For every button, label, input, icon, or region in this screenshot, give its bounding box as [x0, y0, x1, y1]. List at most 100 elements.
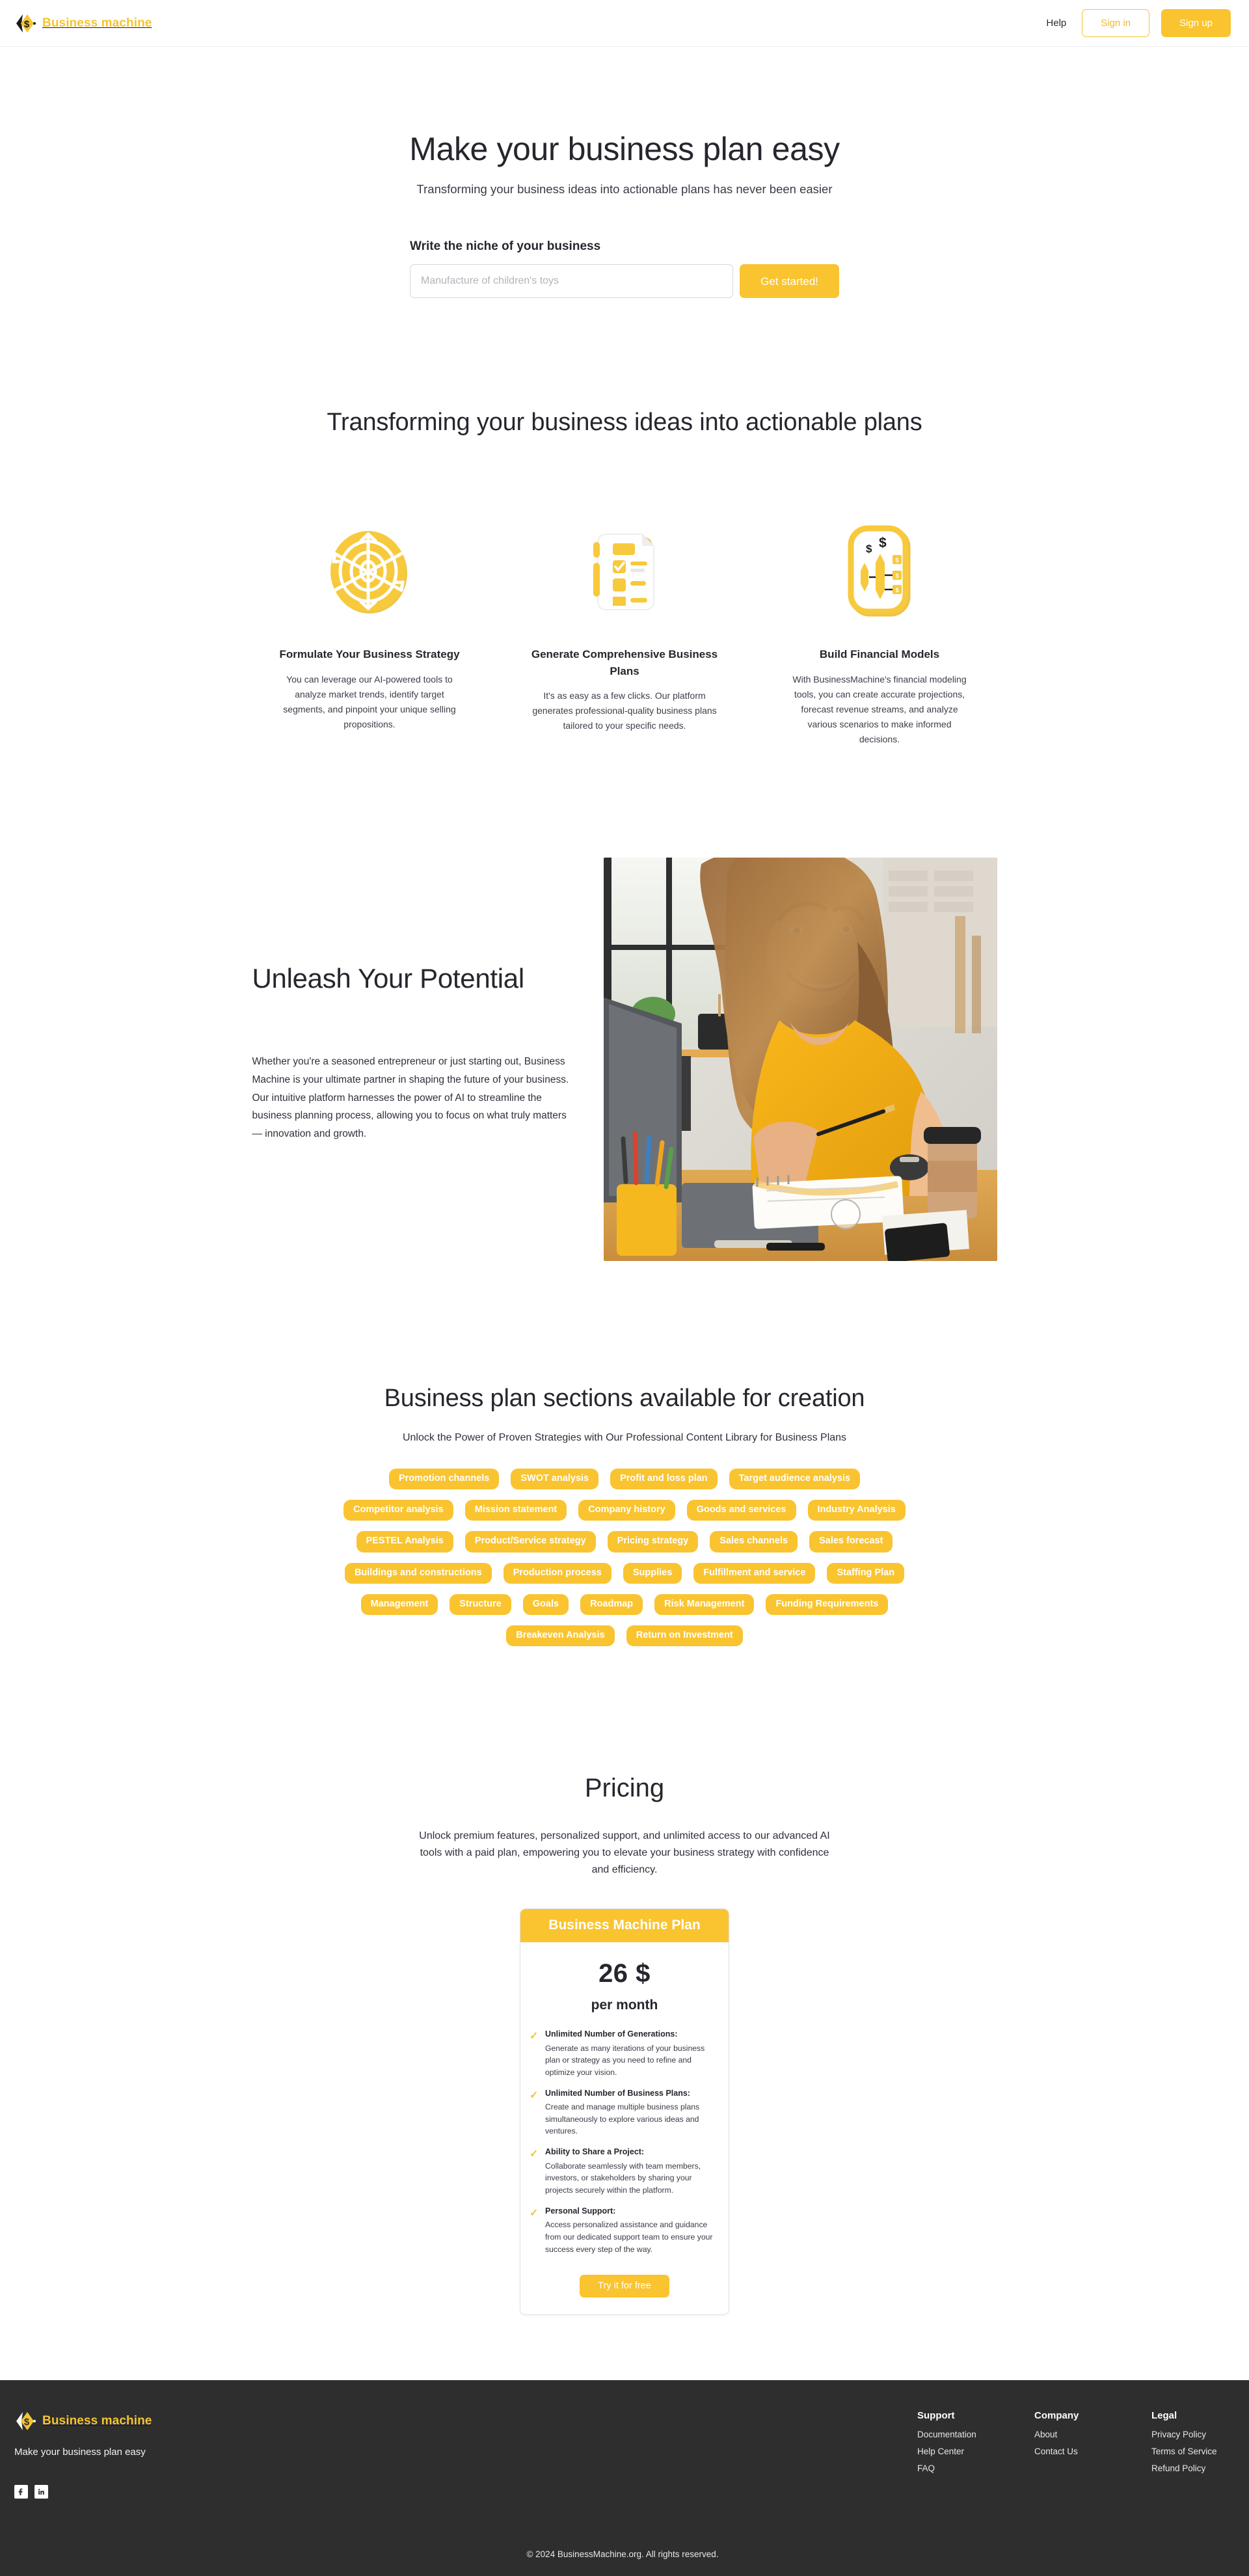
feature-card: Formulate Your Business Strategy You can… [272, 509, 467, 747]
svg-text:$: $ [895, 557, 898, 563]
plan-feature: ✓ Unlimited Number of Generations: Generat… [530, 2029, 718, 2079]
footer-column-heading: Company [1034, 2409, 1079, 2421]
footer-brand-name: Business machine [42, 2413, 152, 2428]
plan-feature-title: Unlimited Number of Business Plans: [545, 2088, 690, 2098]
section-tag[interactable]: Competitor analysis [343, 1500, 453, 1521]
section-tag[interactable]: Pricing strategy [607, 1531, 699, 1552]
social-links [14, 2484, 152, 2499]
section-tag[interactable]: Company history [578, 1500, 675, 1521]
section-tag[interactable]: Product/Service strategy [464, 1531, 596, 1552]
section-tag[interactable]: Mission statement [464, 1500, 567, 1521]
feature-card: $ $ $ $ $ Build Financial Models With Bu… [782, 509, 977, 747]
niche-input[interactable] [410, 264, 734, 298]
footer-column: Company About Contact Us [1034, 2410, 1107, 2499]
feature-description: It's as easy as a few clicks. Our platfo… [532, 690, 717, 731]
section-tag[interactable]: Return on Investment [626, 1625, 743, 1647]
section-tag[interactable]: Goals [522, 1593, 569, 1616]
section-tag[interactable]: Structure [450, 1593, 511, 1616]
hero-subtitle: Transforming your business ideas into ac… [416, 182, 833, 196]
feature-description: With BusinessMachine's financial modelin… [792, 673, 967, 744]
feature-grid: Formulate Your Business Strategy You can… [0, 509, 1249, 747]
svg-text:$: $ [879, 536, 887, 550]
smiling-woman-working-at-desk-photo [603, 857, 997, 1261]
footer-column: Legal Privacy Policy Terms of Service Refun… [1151, 2410, 1224, 2499]
help-link[interactable]: Help [1042, 15, 1070, 31]
plan-feature: ✓ Ability to Share a Project: Collaborate … [530, 2147, 718, 2197]
footer-tagline: Make your business plan easy [14, 2446, 146, 2458]
pricing-subtitle: Unlock premium features, personalized su… [419, 1830, 830, 1876]
section-tag[interactable]: Buildings and constructions [344, 1562, 492, 1584]
plan-name: Business Machine Plan [520, 1909, 729, 1942]
hero-section: Make your business plan easy Transformin… [0, 47, 1249, 376]
svg-text:$: $ [895, 573, 898, 579]
section-tag[interactable]: Sales channels [710, 1531, 798, 1552]
page-title: Make your business plan easy [409, 131, 840, 167]
checklist-document-icon [527, 509, 722, 633]
section-tag[interactable]: SWOT analysis [511, 1468, 599, 1490]
footer-link[interactable]: Privacy Policy [1151, 2430, 1224, 2439]
plan-feature-title: Unlimited Number of Generations: [545, 2029, 678, 2039]
section-tag[interactable]: Target audience analysis [729, 1468, 861, 1490]
site-footer: $ Business machine Make your business pl… [0, 2379, 1249, 2576]
check-icon: ✓ [530, 2207, 539, 2219]
section-tag[interactable]: Staffing Plan [827, 1562, 905, 1584]
features-section: Transforming your business ideas into ac… [0, 376, 1249, 793]
section-tag[interactable]: Goods and services [686, 1500, 796, 1521]
get-started-button[interactable]: Get started! [740, 264, 839, 298]
sign-up-button[interactable]: Sign up [1161, 9, 1231, 37]
plan-price: 26 $ [598, 1959, 651, 1988]
brand-name: Business machine [42, 16, 152, 30]
unleash-title: Unleash Your Potential [252, 962, 525, 994]
section-tag[interactable]: Promotion channels [388, 1468, 500, 1490]
section-tag[interactable]: Production process [503, 1562, 611, 1584]
pricing-section: Pricing Unlock premium features, persona… [0, 1715, 1249, 2379]
section-tag[interactable]: Industry Analysis [807, 1500, 906, 1521]
sign-in-button[interactable]: Sign in [1082, 9, 1150, 37]
section-tag[interactable]: Profit and loss plan [610, 1468, 718, 1490]
section-tag[interactable]: Fulfillment and service [693, 1562, 816, 1584]
plan-feature-desc: Create and manage multiple business plan… [545, 2102, 700, 2136]
section-tag[interactable]: Risk Management [654, 1593, 755, 1616]
tag-row: Promotion channels SWOT analysis Profit an… [355, 1468, 894, 1490]
tag-row: Management Structure Goals Roadmap Risk Mana… [355, 1593, 894, 1616]
svg-text:$: $ [895, 587, 898, 593]
svg-text:$: $ [24, 19, 30, 30]
footer-link[interactable]: Documentation [917, 2430, 990, 2439]
diamond-dollar-logo-icon: $ [14, 2410, 36, 2432]
footer-link[interactable]: FAQ [917, 2463, 990, 2473]
plan-feature-title: Ability to Share a Project: [545, 2147, 645, 2157]
section-tag[interactable]: Supplies [623, 1562, 682, 1584]
footer-link[interactable]: Contact Us [1034, 2447, 1107, 2456]
section-tag[interactable]: Sales forecast [809, 1531, 893, 1552]
feature-title: Build Financial Models [819, 648, 940, 660]
section-tag[interactable]: Management [360, 1593, 438, 1616]
svg-text:$: $ [866, 543, 872, 555]
check-icon: ✓ [530, 2149, 539, 2160]
plan-feature: ✓ Unlimited Number of Business Plans: Crea… [530, 2088, 718, 2138]
plan-sections-subtitle: Unlock the Power of Proven Strategies wi… [402, 1431, 847, 1443]
target-strategy-icon [272, 509, 467, 633]
feature-card: Generate Comprehensive Business Plans It… [527, 509, 722, 747]
copyright-text: © 2024 BusinessMachine.org. All rights r… [526, 2549, 719, 2559]
linkedin-icon[interactable] [34, 2484, 48, 2499]
check-icon: ✓ [530, 2089, 539, 2101]
footer-link[interactable]: Help Center [917, 2447, 990, 2456]
footer-link[interactable]: Refund Policy [1151, 2463, 1224, 2473]
features-title: Transforming your business ideas into ac… [327, 409, 922, 436]
section-tag[interactable]: Roadmap [580, 1593, 643, 1616]
facebook-icon[interactable] [14, 2484, 28, 2499]
brand-logo-link[interactable]: $ Business machine [14, 12, 152, 34]
plan-feature-desc: Generate as many iterations of your busi… [545, 2043, 705, 2077]
section-tag[interactable]: PESTEL Analysis [356, 1531, 453, 1552]
footer-link[interactable]: Terms of Service [1151, 2447, 1224, 2456]
section-tag[interactable]: Funding Requirements [766, 1593, 889, 1616]
niche-form: Write the niche of your business Get sta… [410, 239, 839, 298]
footer-link-columns: Support Documentation Help Center FAQ Compan… [917, 2410, 1231, 2499]
try-for-free-button[interactable]: Try it for free [580, 2275, 669, 2298]
footer-link[interactable]: About [1034, 2430, 1107, 2439]
plan-feature-title: Personal Support: [545, 2206, 616, 2216]
footer-brand-logo-link[interactable]: $ Business machine [14, 2410, 152, 2432]
tag-row: Buildings and constructions Production pr… [344, 1562, 905, 1584]
unleash-body: Whether you're a seasoned entrepreneur o… [252, 1056, 569, 1139]
section-tag[interactable]: Breakeven Analysis [506, 1625, 615, 1647]
